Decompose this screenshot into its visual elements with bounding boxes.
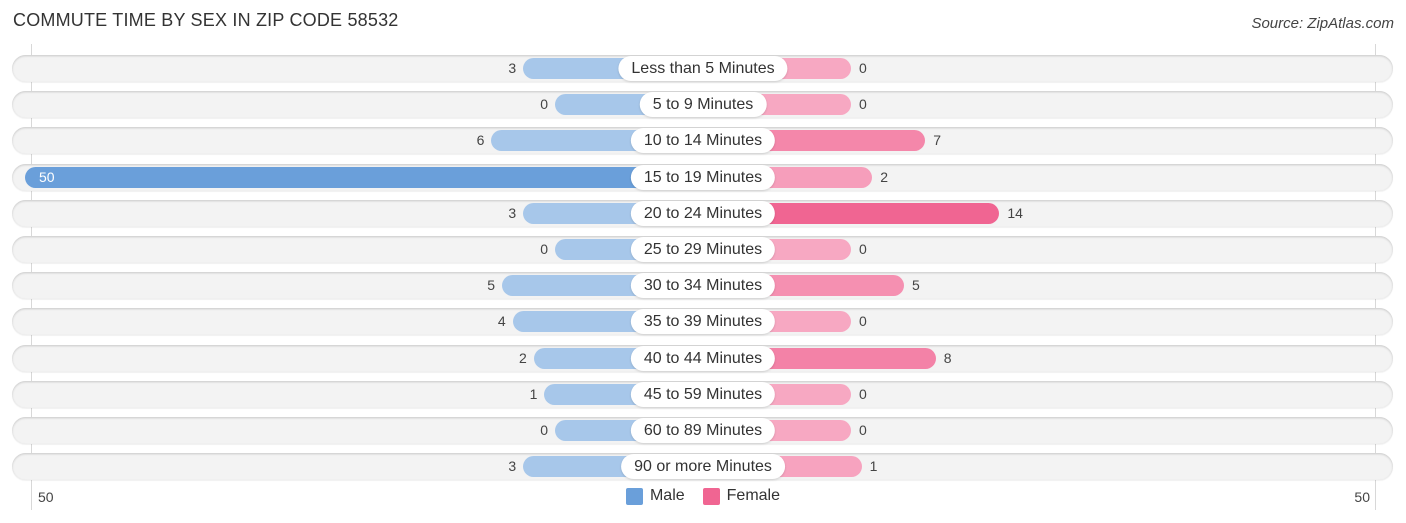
value-label-female: 0 [859,96,867,113]
category-label: 25 to 29 Minutes [630,237,776,262]
category-label: 20 to 24 Minutes [630,200,776,226]
category-label: 90 or more Minutes [621,454,785,480]
value-label-female: 0 [859,385,867,402]
legend-label-male: Male [649,487,685,504]
value-label-male: 50 [39,168,55,185]
category-label: Less than 5 Minutes [618,56,788,81]
value-label-male: 1 [529,385,538,402]
category-label: 40 to 44 Minutes [630,345,776,371]
value-label-female: 5 [912,277,920,294]
legend-item-male[interactable]: Male [625,487,685,505]
value-label-male: 3 [508,458,517,475]
category-label: 60 to 89 Minutes [630,418,776,443]
bar-male[interactable] [25,166,703,188]
category-label: 30 to 34 Minutes [630,273,776,299]
value-label-male: 6 [476,132,485,149]
value-label-female: 1 [869,458,878,475]
legend-swatch-male [625,487,643,505]
value-label-female: 0 [859,422,867,438]
category-label: 10 to 14 Minutes [630,128,776,154]
chart-title: COMMUTE TIME BY SEX IN ZIP CODE 58532 [13,10,399,30]
category-label: 15 to 19 Minutes [630,164,776,190]
value-label-male: 3 [508,204,517,221]
value-label-male: 0 [540,422,548,438]
source-label: Source: ZipAtlas.com [1251,15,1394,32]
value-label-male: 0 [540,96,548,113]
value-label-female: 7 [933,132,941,149]
value-label-male: 5 [487,277,495,294]
legend-item-female[interactable]: Female [702,487,781,505]
value-label-female: 8 [943,349,952,366]
value-label-male: 3 [508,60,517,76]
value-label-male: 0 [540,241,548,257]
legend-label-female: Female [726,487,781,504]
legend-swatch-female [702,487,720,505]
legend: Male Female [0,487,1406,505]
value-label-female: 0 [859,241,867,257]
value-label-male: 2 [519,349,527,366]
category-label: 35 to 39 Minutes [630,309,776,335]
value-label-female: 0 [859,313,867,330]
value-label-male: 4 [497,313,506,330]
category-label: 45 to 59 Minutes [630,381,776,407]
value-label-female: 2 [880,168,888,185]
category-label: 5 to 9 Minutes [639,92,767,118]
value-label-female: 0 [859,60,867,76]
value-label-female: 14 [1007,204,1023,221]
